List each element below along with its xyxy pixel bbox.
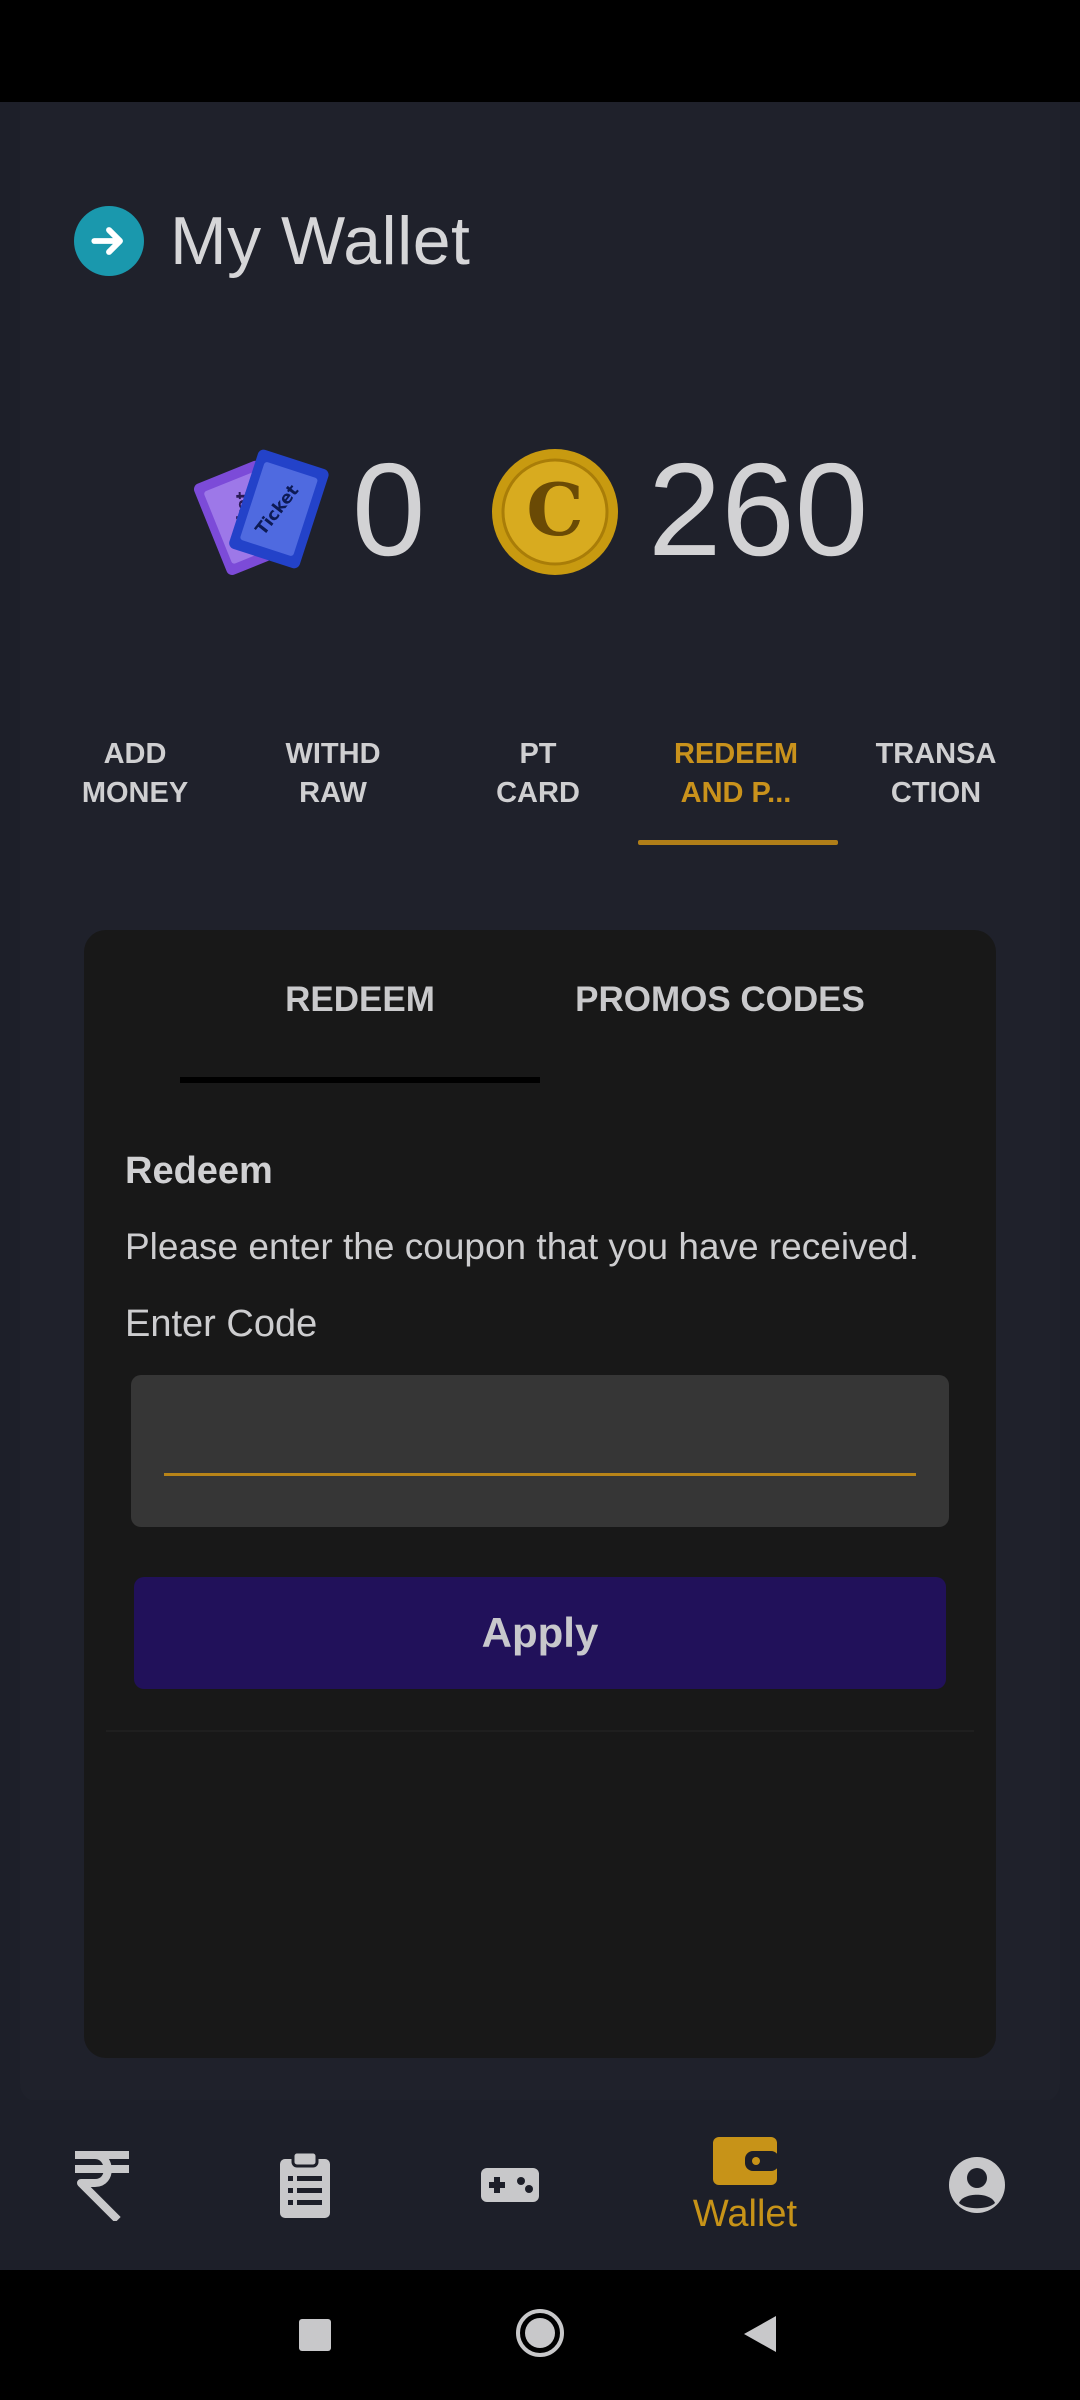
page-title: My Wallet	[170, 203, 471, 279]
tab-label-line2: RAW	[299, 777, 367, 809]
ticket-count: 0	[352, 436, 426, 583]
arrow-right-circle-icon	[91, 227, 123, 255]
nav-wallet[interactable]: Wallet	[680, 2100, 810, 2270]
redeem-description: Please enter the coupon that you have re…	[125, 1226, 919, 1267]
code-field-label: Enter Code	[125, 1303, 318, 1345]
back-nav-icon[interactable]	[742, 2314, 778, 2354]
nav-games[interactable]	[470, 2100, 550, 2270]
recents-icon[interactable]	[298, 2318, 332, 2352]
tab-label-line2: AND P...	[680, 777, 792, 809]
page-header: My Wallet	[74, 203, 471, 279]
rupee-icon	[75, 2151, 129, 2221]
account-circle-icon	[949, 2157, 1005, 2213]
tab-label-line2: CARD	[496, 777, 580, 809]
code-field	[131, 1375, 949, 1527]
nav-profile[interactable]	[937, 2100, 1017, 2270]
balance-summary: Ticket Ticket 0 C 260	[0, 435, 1080, 585]
nav-rupee[interactable]	[62, 2100, 142, 2270]
tab-label-line2: MONEY	[81, 777, 189, 809]
nav-orders[interactable]	[265, 2100, 345, 2270]
apply-button[interactable]: Apply	[134, 1577, 946, 1689]
tab-label-line1: ADD	[103, 738, 167, 770]
tab-label-line1: REDEEM	[673, 738, 799, 770]
tab-pt-card[interactable]: PT CARD	[438, 735, 638, 813]
coin-icon: C	[492, 449, 618, 575]
bottom-navigation: Wallet	[0, 2100, 1080, 2270]
tab-withdraw[interactable]: WITHD RAW	[233, 735, 433, 813]
clipboard-list-icon	[280, 2150, 330, 2218]
redeem-card: REDEEM PROMOS CODES Redeem Please enter …	[84, 930, 996, 2058]
tab-add-money[interactable]: ADD MONEY	[35, 735, 235, 813]
subtab-promo-codes[interactable]: PROMOS CODES	[540, 970, 900, 1030]
home-icon[interactable]	[515, 2308, 565, 2358]
tab-redeem-and-promos[interactable]: REDEEM AND P...	[636, 735, 836, 813]
nav-wallet-label: Wallet	[692, 2192, 798, 2235]
gamepad-icon	[481, 2168, 539, 2202]
subtab-redeem[interactable]: REDEEM	[180, 970, 540, 1030]
tab-transaction[interactable]: TRANSA CTION	[836, 735, 1036, 813]
coin-letter: C	[526, 467, 583, 552]
active-subtab-indicator	[180, 1077, 540, 1083]
system-navigation-bar	[0, 2270, 1080, 2400]
redeem-heading: Redeem	[125, 1150, 273, 1192]
card-divider	[106, 1730, 974, 1732]
status-bar	[0, 0, 1080, 102]
back-button[interactable]	[74, 206, 144, 276]
tab-label-line1: WITHD	[285, 738, 381, 770]
wallet-tabs: ADD MONEY WITHD RAW PT CARD REDEEM AND P…	[35, 735, 1045, 845]
tab-label-line1: PT	[519, 738, 557, 770]
tab-label-line1: TRANSA	[875, 738, 997, 770]
coin-count: 260	[648, 436, 869, 583]
code-input[interactable]	[164, 1420, 916, 1476]
wallet-icon	[713, 2136, 779, 2185]
active-tab-indicator	[638, 840, 838, 845]
tab-label-line2: CTION	[890, 777, 982, 809]
ticket-icon: Ticket Ticket	[193, 449, 329, 575]
redeem-subtabs: REDEEM PROMOS CODES	[180, 970, 900, 1035]
